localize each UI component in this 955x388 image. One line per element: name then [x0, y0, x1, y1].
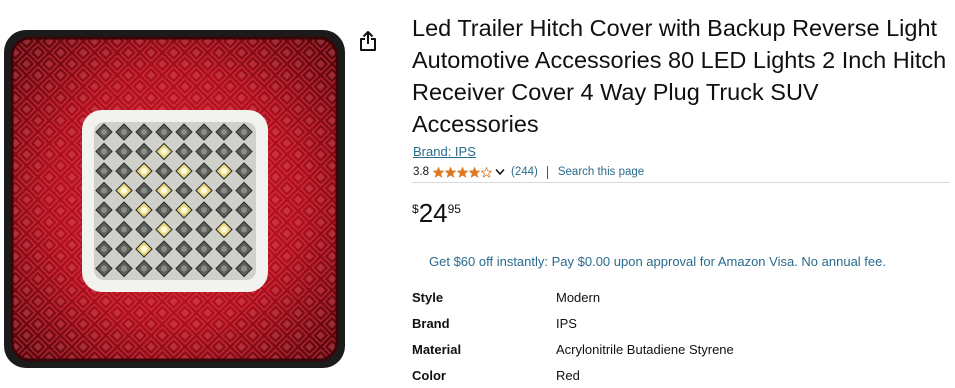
spec-value: Red	[556, 368, 580, 383]
price-fraction: 95	[447, 202, 461, 216]
product-image[interactable]	[4, 30, 345, 368]
spec-row: Style Modern	[412, 290, 932, 310]
star-icon	[481, 166, 492, 178]
image-column	[0, 0, 376, 386]
share-icon[interactable]	[356, 29, 380, 53]
divider	[546, 165, 548, 179]
product-details: Led Trailer Hitch Cover with Backup Reve…	[412, 0, 952, 386]
spec-label: Material	[412, 342, 462, 357]
spec-label: Color	[412, 368, 446, 383]
spec-row: Color Red	[412, 368, 932, 388]
search-page-link[interactable]: Search this page	[558, 166, 644, 178]
review-count-link[interactable]: (244)	[511, 166, 538, 178]
product-title: Led Trailer Hitch Cover with Backup Reve…	[412, 15, 947, 137]
rating-value: 3.8	[413, 166, 429, 178]
price-symbol: $	[412, 202, 419, 216]
star-icon	[445, 166, 456, 178]
price-whole: 24	[418, 198, 448, 228]
spec-row: Brand IPS	[412, 316, 932, 336]
spec-row: Material Acrylonitrile Butadiene Styrene	[412, 342, 932, 362]
chevron-down-icon[interactable]	[495, 168, 505, 176]
spec-value: Acrylonitrile Butadiene Styrene	[556, 342, 734, 357]
star-icon	[433, 166, 444, 178]
section-divider	[412, 182, 950, 183]
promo-link[interactable]: Get $60 off instantly: Pay $0.00 upon ap…	[429, 254, 886, 269]
star-icon	[469, 166, 480, 178]
spec-label: Brand	[412, 316, 450, 331]
rating-row: 3.8 (244) Search this page	[413, 163, 644, 181]
price: $ 24 95	[412, 198, 461, 228]
star-icon	[457, 166, 468, 178]
brand-link[interactable]: Brand: IPS	[413, 144, 476, 159]
spec-value: Modern	[556, 290, 601, 305]
spec-label: Style	[412, 290, 444, 305]
star-rating[interactable]	[433, 166, 493, 178]
spec-value: IPS	[556, 316, 577, 331]
